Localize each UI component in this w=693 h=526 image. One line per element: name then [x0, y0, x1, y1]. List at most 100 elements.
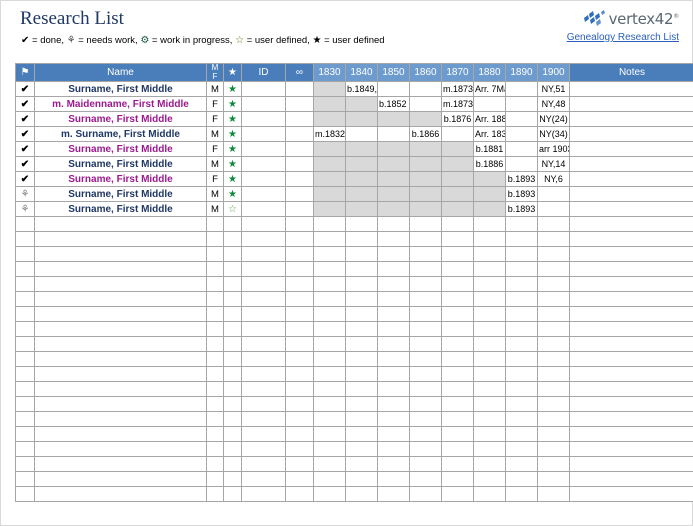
row-flag-cell[interactable] [15, 336, 35, 352]
row-name-cell[interactable]: m. Surname, First Middle [34, 126, 207, 142]
row-flag-cell[interactable] [15, 321, 35, 337]
row-notes-cell[interactable] [569, 441, 693, 457]
row-sex-cell[interactable]: F [206, 96, 224, 112]
row-star-cell[interactable] [223, 291, 242, 307]
row-year-cell-1870[interactable] [441, 396, 474, 412]
row-year-cell-1880[interactable] [473, 426, 506, 442]
row-infinity-cell[interactable] [285, 81, 314, 97]
row-year-cell-1840[interactable] [345, 111, 378, 127]
row-year-cell-1870[interactable] [441, 291, 474, 307]
row-flag-cell[interactable]: ✔ [15, 156, 35, 172]
row-year-cell-1830[interactable] [313, 486, 346, 502]
row-year-cell-1900[interactable]: NY,51 [537, 81, 570, 97]
row-infinity-cell[interactable] [285, 201, 314, 217]
row-id-cell[interactable] [241, 366, 286, 382]
row-star-cell[interactable]: ☆ [223, 201, 242, 217]
row-year-cell-1900[interactable]: NY(24) [537, 111, 570, 127]
row-year-cell-1860[interactable] [409, 141, 442, 157]
row-year-cell-1850[interactable] [377, 336, 410, 352]
row-year-cell-1850[interactable] [377, 126, 410, 142]
row-infinity-cell[interactable] [285, 351, 314, 367]
row-flag-cell[interactable] [15, 486, 35, 502]
row-star-cell[interactable]: ★ [223, 111, 242, 127]
row-year-cell-1850[interactable] [377, 396, 410, 412]
row-year-cell-1830[interactable] [313, 246, 346, 262]
column-header-year-1830[interactable]: 1830 [313, 63, 346, 82]
row-sex-cell[interactable]: M [206, 81, 224, 97]
row-year-cell-1890[interactable] [505, 156, 538, 172]
row-year-cell-1870[interactable] [441, 261, 474, 277]
row-star-cell[interactable] [223, 366, 242, 382]
column-header-year-1850[interactable]: 1850 [377, 63, 410, 82]
row-year-cell-1890[interactable] [505, 291, 538, 307]
row-year-cell-1840[interactable] [345, 486, 378, 502]
row-year-cell-1900[interactable]: arr 1903 [537, 141, 570, 157]
row-year-cell-1880[interactable] [473, 336, 506, 352]
row-flag-cell[interactable]: ⚘ [15, 201, 35, 217]
row-year-cell-1830[interactable] [313, 336, 346, 352]
row-year-cell-1890[interactable] [505, 261, 538, 277]
row-notes-cell[interactable] [569, 291, 693, 307]
row-infinity-cell[interactable] [285, 381, 314, 397]
row-notes-cell[interactable] [569, 111, 693, 127]
row-year-cell-1900[interactable] [537, 276, 570, 292]
row-year-cell-1880[interactable] [473, 231, 506, 247]
row-sex-cell[interactable] [206, 471, 224, 487]
row-year-cell-1870[interactable] [441, 216, 474, 232]
row-year-cell-1880[interactable] [473, 306, 506, 322]
row-year-cell-1890[interactable] [505, 381, 538, 397]
row-year-cell-1900[interactable]: NY,14 [537, 156, 570, 172]
row-flag-cell[interactable] [15, 231, 35, 247]
row-year-cell-1870[interactable]: b.1876 [441, 111, 474, 127]
row-sex-cell[interactable]: F [206, 111, 224, 127]
row-sex-cell[interactable]: F [206, 171, 224, 187]
row-year-cell-1870[interactable] [441, 426, 474, 442]
row-flag-cell[interactable] [15, 366, 35, 382]
row-name-cell[interactable] [34, 441, 207, 457]
row-year-cell-1900[interactable]: NY,48 [537, 96, 570, 112]
row-star-cell[interactable] [223, 456, 242, 472]
row-name-cell[interactable] [34, 336, 207, 352]
row-name-cell[interactable] [34, 426, 207, 442]
row-year-cell-1890[interactable] [505, 366, 538, 382]
column-header-mf[interactable]: M F [206, 63, 224, 82]
row-flag-cell[interactable]: ✔ [15, 141, 35, 157]
row-infinity-cell[interactable] [285, 246, 314, 262]
row-year-cell-1840[interactable] [345, 321, 378, 337]
row-star-cell[interactable] [223, 276, 242, 292]
row-notes-cell[interactable] [569, 201, 693, 217]
row-year-cell-1890[interactable] [505, 96, 538, 112]
row-year-cell-1890[interactable] [505, 81, 538, 97]
row-name-cell[interactable]: m. Maidenname, First Middle [34, 96, 207, 112]
row-year-cell-1890[interactable] [505, 441, 538, 457]
row-year-cell-1850[interactable] [377, 411, 410, 427]
row-notes-cell[interactable] [569, 231, 693, 247]
row-year-cell-1850[interactable] [377, 381, 410, 397]
row-star-cell[interactable] [223, 231, 242, 247]
row-sex-cell[interactable] [206, 366, 224, 382]
row-infinity-cell[interactable] [285, 456, 314, 472]
row-notes-cell[interactable] [569, 336, 693, 352]
row-sex-cell[interactable] [206, 336, 224, 352]
row-year-cell-1830[interactable] [313, 261, 346, 277]
row-year-cell-1870[interactable] [441, 186, 474, 202]
row-id-cell[interactable] [241, 396, 286, 412]
row-year-cell-1860[interactable] [409, 201, 442, 217]
row-year-cell-1850[interactable] [377, 261, 410, 277]
row-notes-cell[interactable] [569, 456, 693, 472]
row-star-cell[interactable] [223, 351, 242, 367]
row-name-cell[interactable] [34, 351, 207, 367]
row-sex-cell[interactable] [206, 411, 224, 427]
row-id-cell[interactable] [241, 426, 286, 442]
row-year-cell-1870[interactable] [441, 381, 474, 397]
column-header-year-1840[interactable]: 1840 [345, 63, 378, 82]
row-year-cell-1860[interactable] [409, 306, 442, 322]
row-year-cell-1890[interactable] [505, 336, 538, 352]
row-star-cell[interactable] [223, 411, 242, 427]
row-year-cell-1880[interactable] [473, 171, 506, 187]
row-year-cell-1880[interactable] [473, 96, 506, 112]
row-year-cell-1860[interactable] [409, 336, 442, 352]
row-year-cell-1880[interactable]: Arr. 1830/1888 [473, 126, 506, 142]
row-year-cell-1890[interactable]: b.1893 [505, 186, 538, 202]
row-year-cell-1840[interactable] [345, 351, 378, 367]
